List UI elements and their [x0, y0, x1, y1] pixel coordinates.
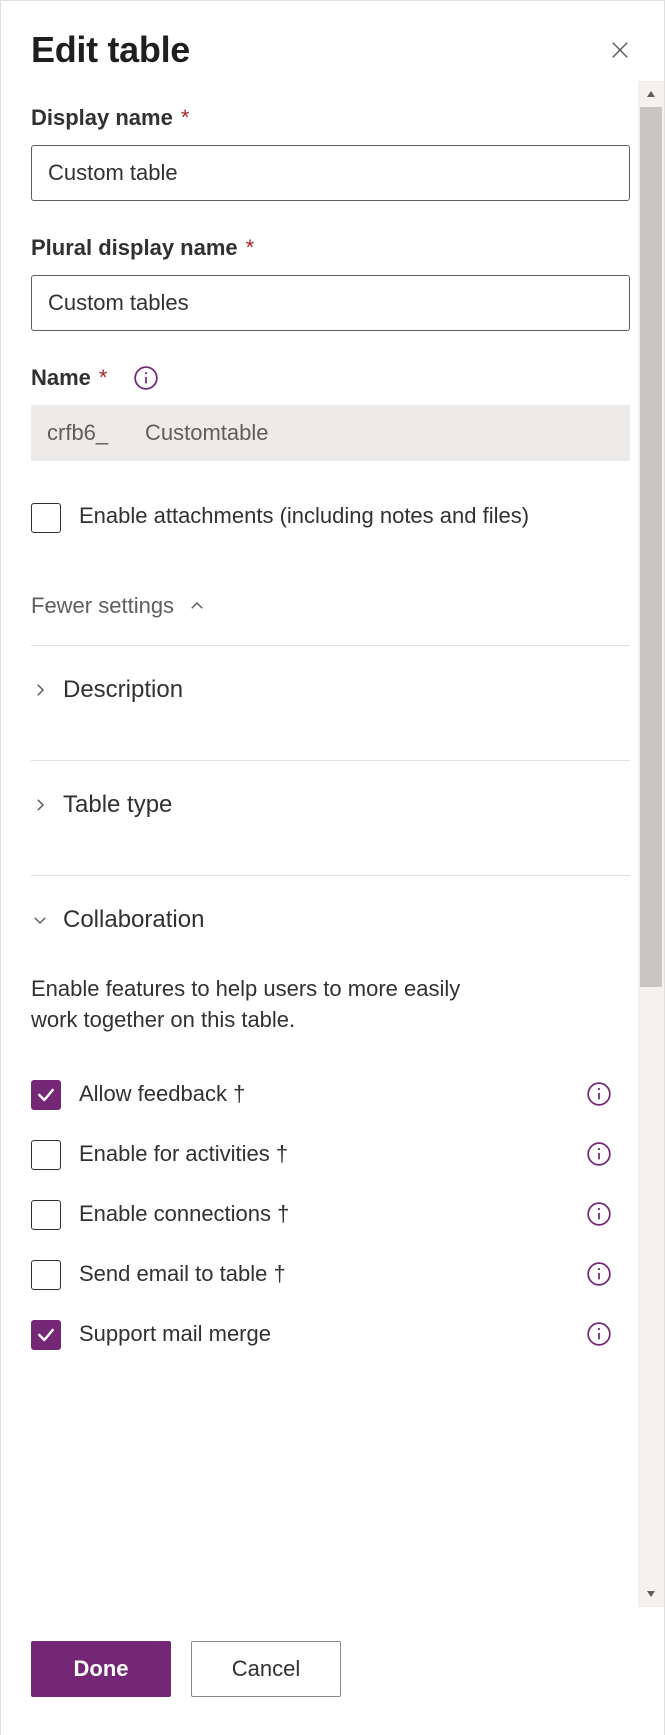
- edit-table-panel: Edit table Display name * Plural display…: [0, 0, 665, 1735]
- chevron-right-icon: [31, 681, 49, 699]
- page-title: Edit table: [31, 29, 190, 71]
- name-input: Customtable: [129, 405, 630, 461]
- collaboration-description: Enable features to help users to more ea…: [31, 974, 501, 1036]
- info-icon[interactable]: [133, 365, 159, 391]
- scroll-area: Display name * Plural display name * Nam…: [1, 81, 664, 1607]
- name-prefix: crfb6_: [31, 405, 129, 461]
- done-button[interactable]: Done: [31, 1641, 171, 1697]
- send-email-checkbox[interactable]: [31, 1260, 61, 1290]
- enable-activities-checkbox[interactable]: [31, 1140, 61, 1170]
- enable-attachments-checkbox[interactable]: [31, 503, 61, 533]
- support-mail-merge-checkbox[interactable]: [31, 1320, 61, 1350]
- enable-attachments-label: Enable attachments (including notes and …: [79, 501, 630, 531]
- enable-connections-label: Enable connections †: [79, 1199, 289, 1229]
- name-input-group: crfb6_ Customtable: [31, 405, 630, 461]
- info-icon[interactable]: [586, 1201, 612, 1227]
- accordion-table-type[interactable]: Table type: [31, 761, 630, 849]
- close-icon[interactable]: [606, 36, 634, 64]
- plural-display-name-label: Plural display name *: [31, 235, 630, 261]
- allow-feedback-row: Allow feedback †: [31, 1064, 630, 1124]
- required-marker: *: [246, 235, 255, 261]
- support-mail-merge-row: Support mail merge: [31, 1304, 630, 1364]
- plural-display-name-field: Plural display name *: [31, 235, 630, 331]
- fewer-settings-toggle[interactable]: Fewer settings: [31, 593, 206, 619]
- enable-activities-row: Enable for activities †: [31, 1124, 630, 1184]
- accordion-collaboration[interactable]: Collaboration: [31, 876, 630, 964]
- scrollbar[interactable]: [638, 81, 664, 1607]
- send-email-label: Send email to table †: [79, 1259, 286, 1289]
- support-mail-merge-label: Support mail merge: [79, 1319, 271, 1349]
- enable-connections-row: Enable connections †: [31, 1184, 630, 1244]
- enable-attachments-row: Enable attachments (including notes and …: [31, 495, 630, 539]
- panel-footer: Done Cancel: [1, 1607, 664, 1735]
- form-content: Display name * Plural display name * Nam…: [1, 81, 636, 1607]
- plural-display-name-input[interactable]: [31, 275, 630, 331]
- scroll-down-arrow[interactable]: [638, 1581, 664, 1607]
- name-field: Name * crfb6_ Customtable: [31, 365, 630, 461]
- chevron-up-icon: [188, 597, 206, 615]
- panel-header: Edit table: [1, 1, 664, 81]
- required-marker: *: [181, 105, 190, 131]
- cancel-button[interactable]: Cancel: [191, 1641, 341, 1697]
- accordion-description[interactable]: Description: [31, 646, 630, 734]
- enable-activities-label: Enable for activities †: [79, 1139, 288, 1169]
- name-label: Name *: [31, 365, 630, 391]
- info-icon[interactable]: [586, 1141, 612, 1167]
- info-icon[interactable]: [586, 1261, 612, 1287]
- chevron-right-icon: [31, 796, 49, 814]
- display-name-field: Display name *: [31, 105, 630, 201]
- info-icon[interactable]: [586, 1081, 612, 1107]
- allow-feedback-label: Allow feedback †: [79, 1079, 245, 1109]
- info-icon[interactable]: [586, 1321, 612, 1347]
- enable-connections-checkbox[interactable]: [31, 1200, 61, 1230]
- display-name-label: Display name *: [31, 105, 630, 131]
- allow-feedback-checkbox[interactable]: [31, 1080, 61, 1110]
- send-email-row: Send email to table †: [31, 1244, 630, 1304]
- scrollbar-thumb[interactable]: [640, 107, 662, 987]
- required-marker: *: [99, 365, 108, 391]
- scroll-up-arrow[interactable]: [638, 81, 664, 107]
- chevron-down-icon: [31, 911, 49, 929]
- display-name-input[interactable]: [31, 145, 630, 201]
